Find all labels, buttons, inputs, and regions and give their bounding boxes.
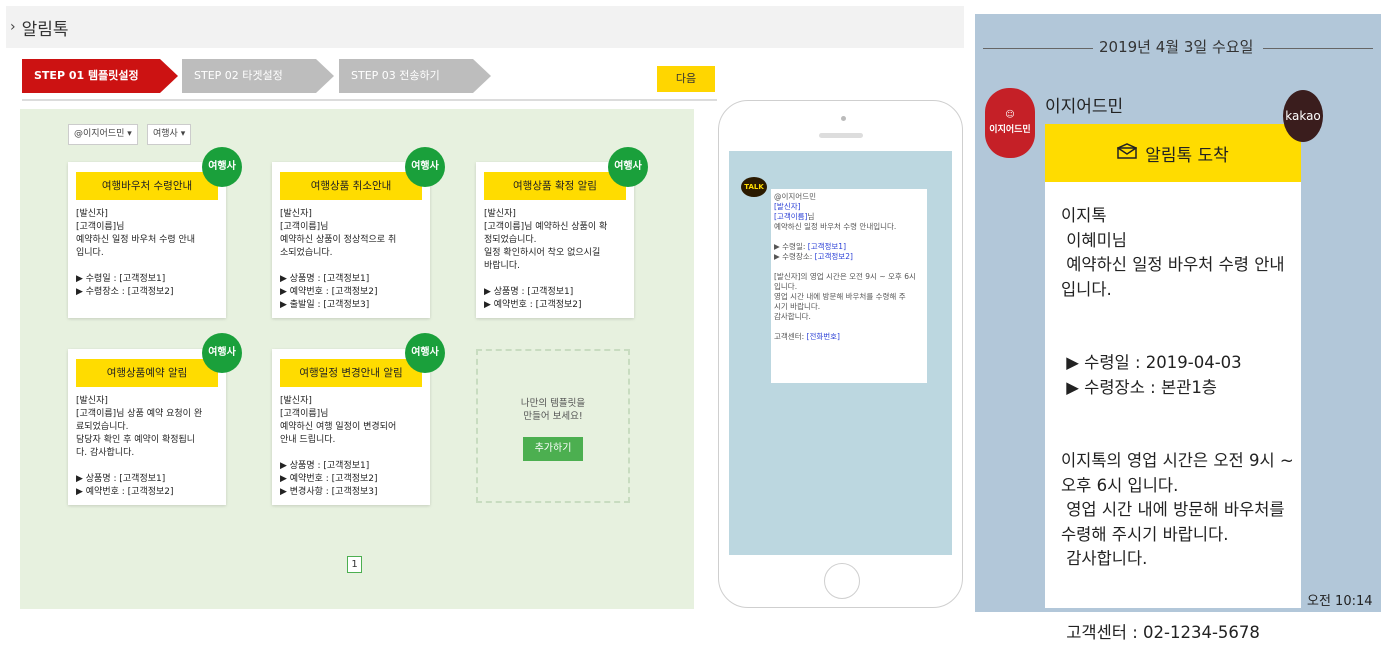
category-badge: 여행사 xyxy=(202,147,242,187)
message-line: ▶ 수령장소 : 본관1층 xyxy=(1061,376,1297,401)
message-line: 이지톡 xyxy=(1061,204,1297,229)
message-line: 영업 시간 내에 방문해 바우처를 xyxy=(1061,498,1297,523)
preview-sender: @이지어드민 xyxy=(774,192,924,202)
phone-preview: TALK @이지어드민 [발신자][고객이름]님예약하신 일정 바우처 수령 안… xyxy=(718,100,963,608)
preview-line xyxy=(774,232,924,242)
preview-line: 영업 시간 내에 방문해 바우처를 수령해 주 xyxy=(774,292,924,302)
chat-date: 2019년 4월 3일 수요일 xyxy=(1099,36,1253,57)
template-card-body: [발신자] [고객이름]님 예약하신 일정 바우처 수령 안내 입니다. ▶ 수… xyxy=(76,208,222,299)
phone-speaker xyxy=(819,133,863,138)
date-divider-left xyxy=(983,48,1093,49)
kakao-badge: kakao xyxy=(1283,90,1323,142)
message-body: 이지톡 이혜미님 예약하신 일정 바우처 수령 안내입니다. ▶ 수령일 : 2… xyxy=(1061,204,1297,645)
step-2-arrow xyxy=(316,59,334,93)
kakao-chat-view: 2019년 4월 3일 수요일 ☺ 이지어드민 이지어드민 알림톡 도착 이지톡… xyxy=(975,14,1381,612)
template-card[interactable]: 여행상품 취소안내 [발신자] [고객이름]님 예약하신 상품이 정상적으로 취… xyxy=(272,162,430,318)
add-template-button[interactable]: 추가하기 xyxy=(523,437,583,461)
message-line: 오후 6시 입니다. xyxy=(1061,474,1297,499)
phone-camera xyxy=(841,116,846,121)
message-line: 고객센터 : 02-1234-5678 xyxy=(1061,621,1297,645)
message-line: 이지톡의 영업 시간은 오전 9시 ~ xyxy=(1061,449,1297,474)
preview-line: 예약하신 일정 바우처 수령 안내입니다. xyxy=(774,222,924,232)
step-1-arrow xyxy=(160,59,178,93)
message-line: 수령해 주시기 바랍니다. xyxy=(1061,523,1297,548)
preview-line: 고객센터: [전화번호] xyxy=(774,332,924,342)
message-line: 감사합니다. xyxy=(1061,547,1297,572)
preview-line: 감사합니다. xyxy=(774,312,924,322)
message-header-label: 알림톡 도착 xyxy=(1145,141,1229,166)
template-card-title: 여행상품 확정 알림 xyxy=(484,172,626,200)
avatar[interactable]: ☺ 이지어드민 xyxy=(985,88,1035,158)
message-line: ▶ 수령일 : 2019-04-03 xyxy=(1061,351,1297,376)
alimtalk-message: 알림톡 도착 이지톡 이혜미님 예약하신 일정 바우처 수령 안내입니다. ▶ … xyxy=(1045,124,1301,608)
message-line: 예약하신 일정 바우처 수령 안내 xyxy=(1061,253,1297,278)
message-line: 입니다. xyxy=(1061,278,1297,303)
template-card-title: 여행일정 변경안내 알림 xyxy=(280,359,422,387)
message-line: 이혜미님 xyxy=(1061,229,1297,254)
category-badge: 여행사 xyxy=(202,333,242,373)
template-card-body: [발신자] [고객이름]님 예약하신 상품이 정상적으로 취 소되었습니다. ▶… xyxy=(280,208,426,312)
message-line xyxy=(1061,425,1297,450)
message-header: 알림톡 도착 xyxy=(1045,124,1301,182)
step-3-arrow xyxy=(473,59,491,93)
pagination-page-1[interactable]: 1 xyxy=(347,556,362,573)
step-2-tab[interactable]: STEP 02 타겟설정 xyxy=(182,59,316,93)
preview-line xyxy=(774,322,924,332)
divider xyxy=(22,99,717,101)
template-card-title: 여행바우처 수령안내 xyxy=(76,172,218,200)
template-card-body: [발신자] [고객이름]님 예약하신 여행 일정이 변경되어 안내 드립니다. … xyxy=(280,395,426,499)
message-line xyxy=(1061,302,1297,327)
preview-line: 시기 바랍니다. xyxy=(774,302,924,312)
admin-panel: › 알림톡 STEP 01 템플릿설정 STEP 02 타겟설정 STEP 03… xyxy=(0,0,965,612)
sender-filter-dropdown[interactable]: @이지어드민 ▾ xyxy=(68,124,138,145)
message-line xyxy=(1061,596,1297,621)
phone-screen: TALK @이지어드민 [발신자][고객이름]님예약하신 일정 바우처 수령 안… xyxy=(729,151,952,555)
phone-home-button xyxy=(824,563,860,599)
sender-name: 이지어드민 xyxy=(1045,92,1123,117)
step-1-tab[interactable]: STEP 01 템플릿설정 xyxy=(22,59,160,93)
preview-line: 입니다. xyxy=(774,282,924,292)
template-card-title: 여행상품 취소안내 xyxy=(280,172,422,200)
message-line xyxy=(1061,572,1297,597)
template-card-body: [발신자] [고객이름]님 예약하신 상품이 확 정되었습니다. 일정 확인하시… xyxy=(484,208,630,312)
avatar-label: 이지어드민 xyxy=(985,122,1035,135)
template-card-title: 여행상품예약 알림 xyxy=(76,359,218,387)
preview-line: [발신자]의 영업 시간은 오전 9시 ~ 오후 6시 xyxy=(774,272,924,282)
category-filter-dropdown[interactable]: 여행사 ▾ xyxy=(147,124,191,145)
preview-message: @이지어드민 [발신자][고객이름]님예약하신 일정 바우처 수령 안내입니다.… xyxy=(771,189,927,383)
category-badge: 여행사 xyxy=(608,147,648,187)
category-badge: 여행사 xyxy=(405,333,445,373)
template-card[interactable]: 여행바우처 수령안내 [발신자] [고객이름]님 예약하신 일정 바우처 수령 … xyxy=(68,162,226,318)
date-divider-right xyxy=(1263,48,1373,49)
preview-line xyxy=(774,262,924,272)
category-badge: 여행사 xyxy=(405,147,445,187)
talk-icon: TALK xyxy=(741,177,767,197)
step-3-tab[interactable]: STEP 03 전송하기 xyxy=(339,59,473,93)
preview-line: [발신자] xyxy=(774,202,924,212)
add-template-box: 나만의 템플릿을 만들어 보세요! 추가하기 xyxy=(476,349,630,503)
preview-line: ▶ 수령일: [고객정보1] xyxy=(774,242,924,252)
add-template-text: 나만의 템플릿을 만들어 보세요! xyxy=(478,397,628,423)
template-card-body: [발신자] [고객이름]님 상품 예약 요청이 완 료되었습니다. 담당자 확인… xyxy=(76,395,222,499)
message-time: 오전 10:14 xyxy=(1307,590,1373,609)
chevron-right-icon: › xyxy=(10,19,16,35)
preview-line: [고객이름]님 xyxy=(774,212,924,222)
page-header: › 알림톡 xyxy=(6,6,964,48)
smile-icon: ☺ xyxy=(985,88,1035,120)
preview-line: ▶ 수령장소: [고객정보2] xyxy=(774,252,924,262)
template-card[interactable]: 여행일정 변경안내 알림 [발신자] [고객이름]님 예약하신 여행 일정이 변… xyxy=(272,349,430,505)
envelope-icon xyxy=(1117,143,1137,164)
page-title: 알림톡 xyxy=(22,15,69,40)
message-line xyxy=(1061,327,1297,352)
template-card[interactable]: 여행상품 확정 알림 [발신자] [고객이름]님 예약하신 상품이 확 정되었습… xyxy=(476,162,634,318)
next-button[interactable]: 다음 xyxy=(657,66,715,92)
template-card[interactable]: 여행상품예약 알림 [발신자] [고객이름]님 상품 예약 요청이 완 료되었습… xyxy=(68,349,226,505)
message-line xyxy=(1061,400,1297,425)
